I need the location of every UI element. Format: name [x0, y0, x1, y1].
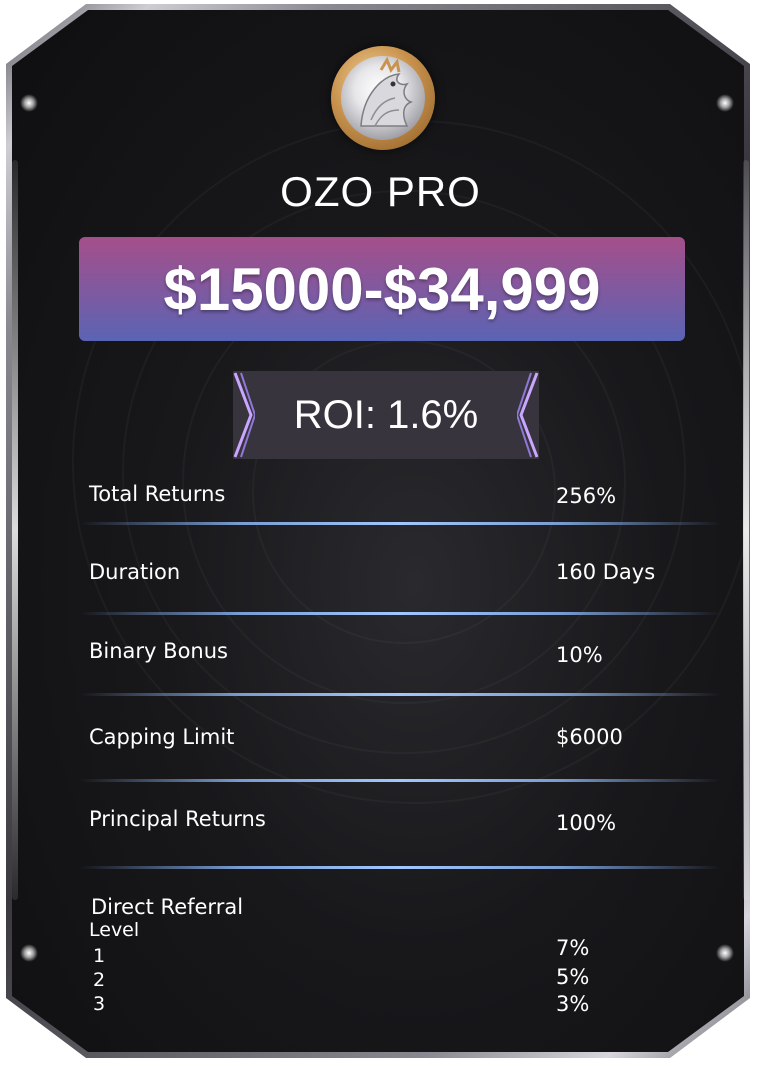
frame-edge-highlight [12, 160, 18, 900]
chevron-left-icon [517, 372, 539, 458]
row-divider [80, 779, 720, 782]
referral-level-number: 1 [93, 945, 106, 967]
referral-level-number: 2 [93, 969, 106, 991]
detail-value: 10% [556, 643, 603, 667]
price-range: $15000-$34,999 [163, 255, 601, 323]
frame-glow [716, 944, 734, 962]
referral-level-label: Level [89, 919, 140, 941]
detail-label: Total Returns [89, 482, 226, 506]
roi-badge: ROI: 1.6% [233, 371, 539, 459]
row-divider [80, 612, 720, 615]
referral-level-value: 7% [556, 936, 590, 960]
detail-label: Principal Returns [89, 807, 266, 831]
detail-label: Capping Limit [89, 725, 235, 749]
detail-label: Binary Bonus [89, 639, 228, 663]
background-swirl [72, 120, 744, 804]
referral-level-number: 3 [93, 993, 106, 1015]
eagle-emblem-icon [331, 46, 435, 150]
plan-title: OZO PRO [280, 168, 481, 215]
frame-glow [20, 944, 38, 962]
row-divider [80, 522, 720, 525]
direct-referral-section: Direct Referral Level 1 2 3 [89, 895, 243, 1015]
frame-glow [716, 94, 734, 112]
referral-level-value: 5% [556, 965, 590, 989]
detail-value: 100% [556, 811, 617, 835]
detail-value: 160 Days [556, 560, 656, 584]
referral-values: 7% 5% 3% [556, 936, 589, 1016]
frame-edge-highlight [743, 160, 749, 900]
detail-value: $6000 [556, 725, 623, 749]
roi-value: ROI: 1.6% [293, 392, 479, 437]
detail-value: 256% [556, 484, 617, 508]
row-divider [80, 693, 720, 696]
referral-level-value: 3% [556, 992, 590, 1016]
detail-label: Duration [89, 560, 181, 584]
referral-heading: Direct Referral [91, 895, 244, 919]
row-divider [80, 866, 720, 869]
price-range-banner: $15000-$34,999 [79, 237, 685, 341]
frame-glow [20, 94, 38, 112]
chevron-right-icon [233, 372, 255, 458]
